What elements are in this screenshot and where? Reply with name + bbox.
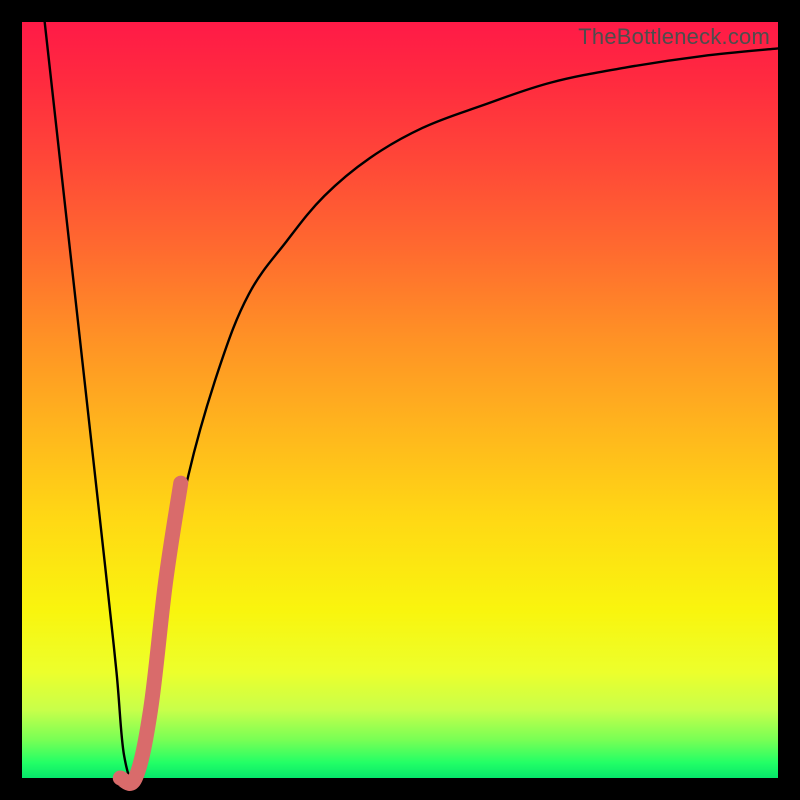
watermark-text: TheBottleneck.com [578, 24, 770, 50]
chart-plot-area: TheBottleneck.com [22, 22, 778, 778]
chart-frame: TheBottleneck.com [0, 0, 800, 800]
highlight-segment-path [120, 483, 180, 783]
chart-svg [22, 22, 778, 778]
